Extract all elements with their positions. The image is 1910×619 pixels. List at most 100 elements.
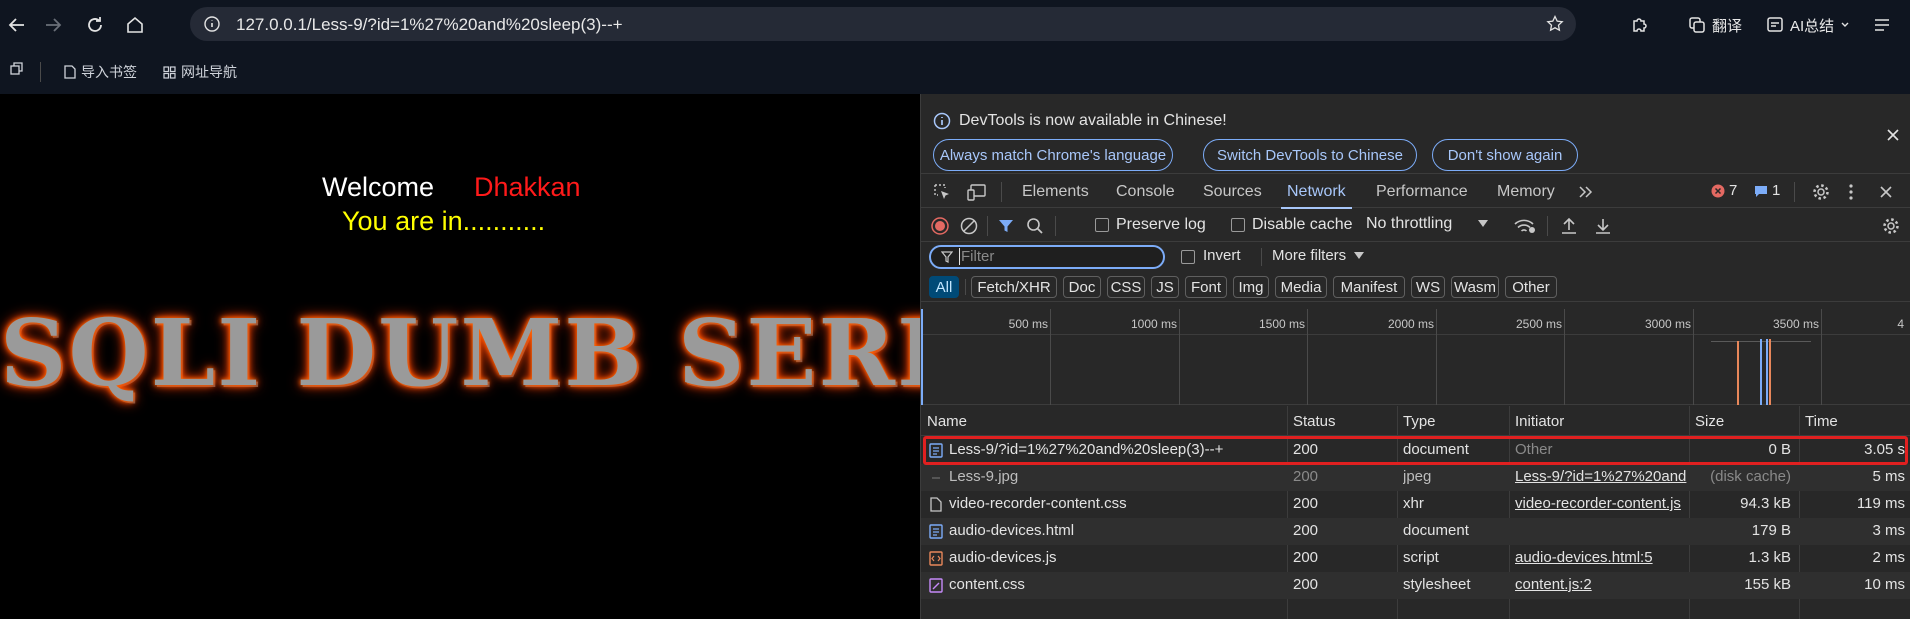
filter-chip-fetch-xhr[interactable]: Fetch/XHR [971,276,1057,298]
info-icon[interactable] [204,16,220,32]
tab-groups-button[interactable] [10,62,24,76]
star-icon[interactable] [1546,15,1564,33]
table-row[interactable]: audio-devices.js 200 script audio-device… [921,545,1910,572]
bookmark-import[interactable]: 导入书签 [64,62,137,82]
request-time: 2 ms [1872,549,1905,566]
tab-console[interactable]: Console [1116,175,1175,208]
close-devtools-icon[interactable] [1879,185,1893,199]
copy-icon [10,62,23,75]
settings-gear-icon[interactable] [1812,183,1830,201]
request-size: 179 B [1751,522,1791,539]
request-initiator[interactable]: content.js:2 [1515,576,1687,593]
message-counter[interactable]: 1 [1754,182,1780,199]
back-button[interactable] [2,10,32,40]
url-text[interactable]: 127.0.0.1/Less-9/?id=1%27%20and%20sleep(… [236,15,623,35]
back-arrow-icon [8,18,24,32]
reload-button[interactable] [80,10,110,40]
welcome-text: Welcome [322,172,435,202]
disable-cache-checkbox[interactable] [1231,218,1245,232]
close-icon[interactable] [1886,128,1900,142]
invert-checkbox[interactable] [1181,250,1195,264]
filter-funnel-icon[interactable] [998,218,1014,234]
translate-label: 翻译 [1712,17,1743,35]
preserve-log-checkbox[interactable] [1095,218,1109,232]
more-filters-dropdown[interactable]: More filters [1272,247,1365,264]
timeline-tick-label: 500 ms [1008,317,1048,331]
request-name[interactable]: audio-devices.js [949,549,1283,566]
request-name[interactable]: Less-9.jpg [949,468,1283,485]
column-header-name[interactable]: Name [927,413,967,430]
device-toolbar-icon[interactable] [967,183,987,201]
menu-button[interactable] [1872,10,1892,40]
request-name[interactable]: audio-devices.html [949,522,1283,539]
filter-placeholder: Filter [959,248,995,265]
tab-memory[interactable]: Memory [1497,175,1555,208]
table-row[interactable]: video-recorder-content.css 200 xhr video… [921,491,1910,518]
column-header-status[interactable]: Status [1293,413,1336,430]
forward-button[interactable] [38,10,68,40]
request-initiator[interactable]: Less-9/?id=1%27%20and [1515,468,1687,485]
translate-button[interactable]: 翻译 [1688,10,1742,40]
home-icon [127,16,143,33]
filter-chip-wasm[interactable]: Wasm [1451,276,1499,298]
filter-chip-other[interactable]: Other [1505,276,1557,298]
column-header-initiator[interactable]: Initiator [1515,413,1564,430]
table-row[interactable]: Less-9.jpg 200 jpeg Less-9/?id=1%27%20an… [921,464,1910,491]
request-initiator[interactable]: video-recorder-content.js [1515,495,1687,512]
dont-show-again-button[interactable]: Don't show again [1432,139,1578,171]
menu-icon [1875,19,1889,31]
error-counter[interactable]: 7 [1711,182,1737,199]
search-icon[interactable] [1026,217,1044,235]
request-name[interactable]: content.css [949,576,1283,593]
script-icon [929,551,943,566]
column-header-time[interactable]: Time [1805,413,1838,430]
filter-chip-manifest[interactable]: Manifest [1333,276,1405,298]
kebab-menu-icon[interactable] [1848,183,1854,201]
request-waterfall-bar [1737,341,1739,405]
bookmark-file-icon [64,65,76,79]
request-name[interactable]: Less-9/?id=1%27%20and%20sleep(3)--+ [949,441,1283,458]
throttling-select[interactable]: No throttling [1366,215,1489,233]
bookmark-nav[interactable]: 网址导航 [163,62,237,82]
home-button[interactable] [120,10,150,40]
filter-chip-css[interactable]: CSS [1107,276,1145,298]
tab-sources[interactable]: Sources [1203,175,1262,208]
inspect-element-icon[interactable] [933,183,951,201]
request-initiator[interactable]: audio-devices.html:5 [1515,549,1687,566]
filter-chip-js[interactable]: JS [1151,276,1179,298]
match-language-button[interactable]: Always match Chrome's language [933,139,1173,171]
tab-performance[interactable]: Performance [1376,175,1468,208]
message-count: 1 [1772,182,1781,199]
filter-chip-media[interactable]: Media [1275,276,1327,298]
table-row[interactable]: content.css 200 stylesheet content.js:2 … [921,572,1910,599]
address-bar[interactable]: 127.0.0.1/Less-9/?id=1%27%20and%20sleep(… [190,7,1576,41]
more-tabs-icon[interactable] [1578,185,1594,199]
devtools-panel: DevTools is now available in Chinese! Al… [920,94,1910,619]
filter-chip-img[interactable]: Img [1233,276,1269,298]
switch-chinese-button[interactable]: Switch DevTools to Chinese [1203,139,1417,171]
request-name[interactable]: video-recorder-content.css [949,495,1283,512]
filter-chip-all[interactable]: All [929,276,959,298]
filter-chip-font[interactable]: Font [1185,276,1227,298]
filter-chip-doc[interactable]: Doc [1063,276,1101,298]
request-waterfall-bar [1766,339,1768,405]
table-row[interactable]: Less-9/?id=1%27%20and%20sleep(3)--+ 200 … [921,437,1910,464]
clear-icon[interactable] [960,217,978,235]
column-header-size[interactable]: Size [1695,413,1724,430]
network-conditions-icon[interactable] [1514,218,1536,234]
export-har-icon[interactable] [1595,217,1611,235]
table-row[interactable]: audio-devices.html 200 document 179 B 3 … [921,518,1910,545]
filter-input[interactable]: Filter [929,245,1165,269]
tab-network[interactable]: Network [1281,175,1352,209]
ai-summary-button[interactable]: AI总结 [1766,10,1850,40]
request-type: script [1403,549,1439,566]
extensions-button[interactable] [1630,10,1650,40]
import-har-icon[interactable] [1561,217,1577,235]
request-size: 1.3 kB [1748,549,1791,566]
record-stop-icon[interactable] [931,217,949,235]
filter-chip-ws[interactable]: WS [1411,276,1445,298]
network-overview-timeline[interactable]: 500 ms 1000 ms 1500 ms 2000 ms 2500 ms 3… [921,309,1910,405]
tab-elements[interactable]: Elements [1022,175,1089,208]
network-settings-icon[interactable] [1882,217,1900,235]
column-header-type[interactable]: Type [1403,413,1436,430]
